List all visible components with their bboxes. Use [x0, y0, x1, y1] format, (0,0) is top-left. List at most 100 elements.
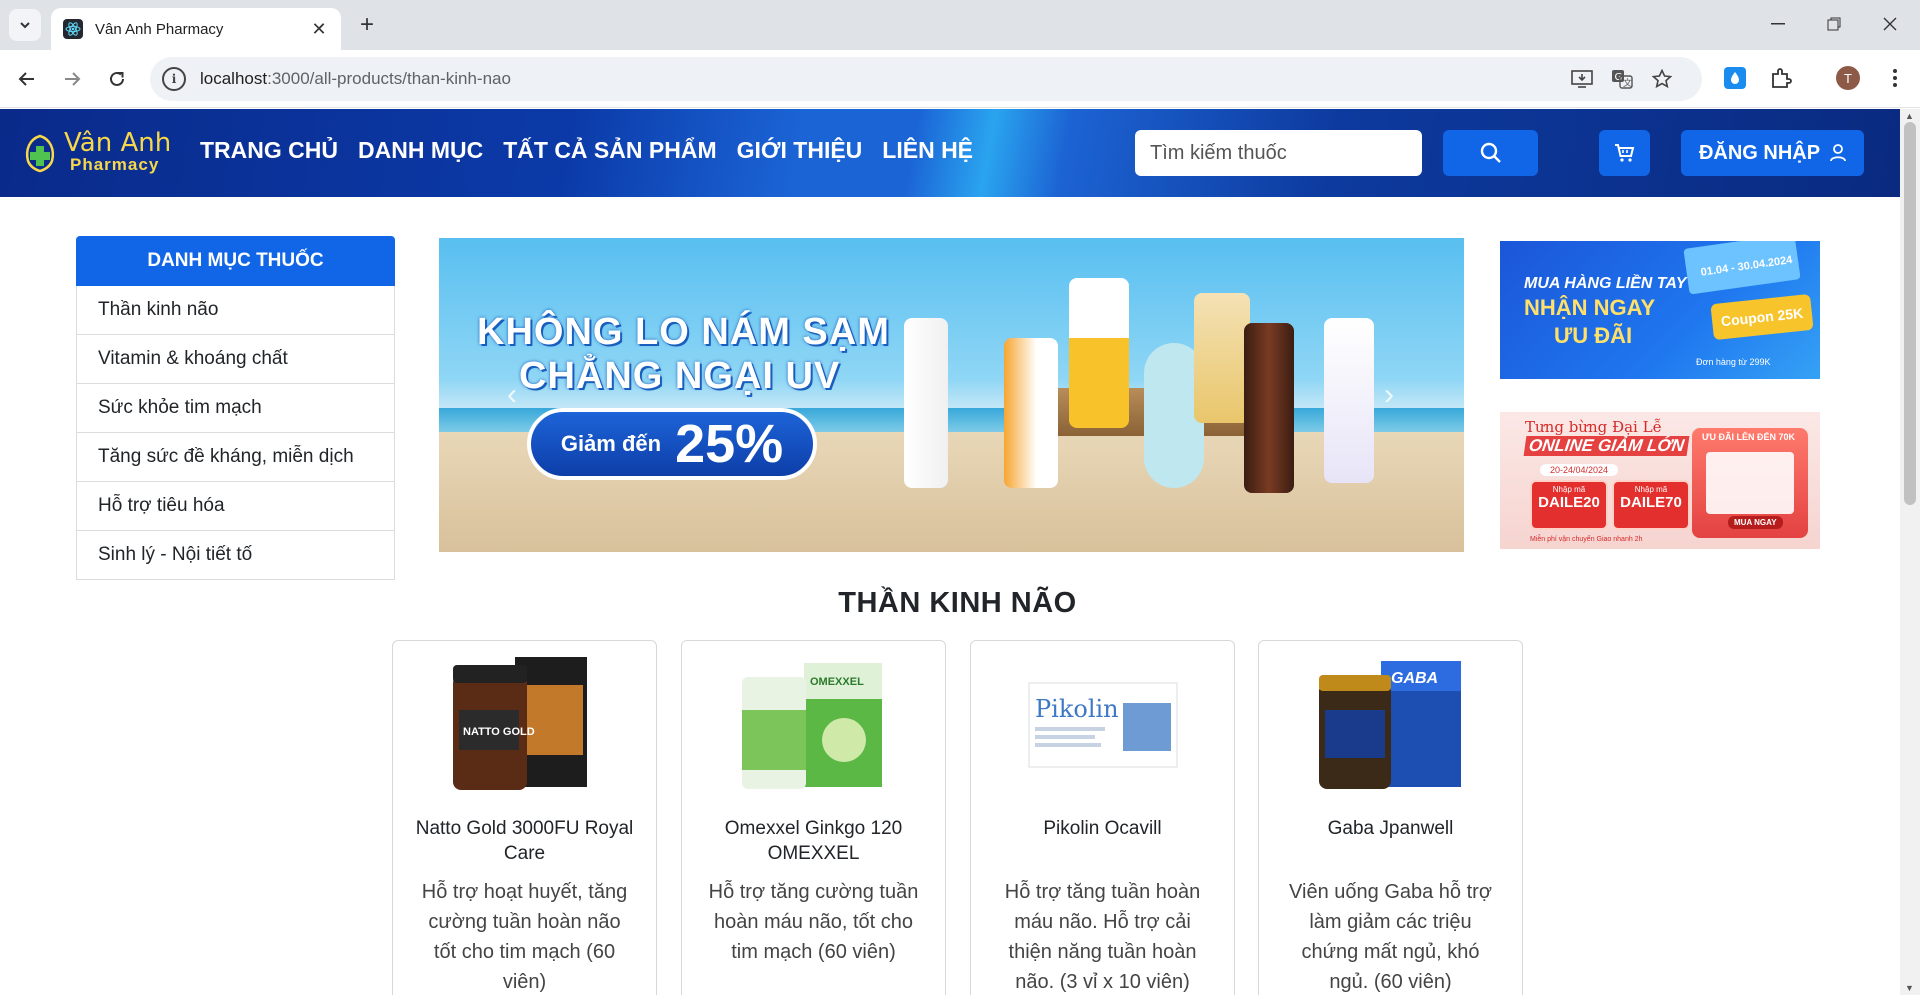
- logo-line2: Pharmacy: [70, 155, 160, 174]
- promo2-code-label: Nhập mã: [1634, 485, 1668, 494]
- banner-product-bottle: [1069, 278, 1129, 428]
- product-name[interactable]: Gaba Jpanwell: [1269, 816, 1512, 841]
- install-app-icon[interactable]: [1570, 67, 1594, 91]
- product-image-label: OMEXXEL: [810, 676, 864, 688]
- nav-contact[interactable]: LIÊN HỆ: [882, 137, 973, 164]
- product-description: Hỗ trợ tăng cường tuần hoàn máu não, tốt…: [708, 881, 919, 963]
- scroll-up-arrow-icon[interactable]: ▲: [1905, 111, 1914, 121]
- browser-tab-bar: Vân Anh Pharmacy ✕ +: [0, 0, 1920, 50]
- banner-product-bottle: [1004, 338, 1058, 488]
- svg-text:文: 文: [1623, 77, 1632, 89]
- back-arrow-icon[interactable]: [10, 62, 44, 96]
- scrollbar-thumb[interactable]: [1904, 122, 1916, 505]
- hero-banner[interactable]: KHÔNG LO NÁM SẠM CHẲNG NGẠI UV Giảm đến …: [439, 238, 1464, 552]
- product-image-label: GABA: [1391, 670, 1438, 687]
- promo-line1: MUA HÀNG LIỀN TAY: [1524, 275, 1687, 292]
- login-button[interactable]: ĐĂNG NHẬP: [1681, 130, 1864, 176]
- search-button[interactable]: [1443, 130, 1538, 176]
- promo-line2: NHẬN NGAY: [1524, 295, 1656, 320]
- banner-next-arrow-icon[interactable]: ›: [1384, 378, 1394, 412]
- banner-discount-small: Giảm đến: [560, 431, 662, 456]
- banner-headline-line2: CHẲNG NGẠI UV: [519, 355, 841, 397]
- promo2-gift-heading: ƯU ĐÃI LÊN ĐẾN 70K: [1702, 432, 1795, 442]
- product-card[interactable]: OMEXXEL Omexxel Ginkgo 120 OMEXXEL Hỗ tr…: [681, 640, 946, 995]
- tab-close-icon[interactable]: ✕: [309, 19, 329, 40]
- promo-line3: ƯU ĐÃI: [1554, 323, 1633, 348]
- promo2-code-label: Nhập mã: [1552, 485, 1586, 494]
- product-image-omexxel: OMEXXEL: [741, 663, 882, 789]
- category-item-hormone[interactable]: Sinh lý - Nội tiết tố: [76, 531, 395, 580]
- product-name[interactable]: Natto Gold 3000FU Royal Care: [403, 816, 646, 866]
- product-description: Viên uống Gaba hỗ trợ làm giảm các triệu…: [1289, 881, 1492, 993]
- forward-arrow-icon[interactable]: [55, 62, 89, 96]
- extensions-puzzle-icon[interactable]: [1768, 65, 1794, 91]
- banner-headline-line1: KHÔNG LO NÁM SẠM: [477, 311, 890, 353]
- promo-date-card: 01.04 - 30.04.2024: [1683, 241, 1801, 295]
- product-name[interactable]: Omexxel Ginkgo 120 OMEXXEL: [692, 816, 935, 866]
- promo-banner-holiday[interactable]: Tưng bừng Đại Lễ ONLINE GIẢM LỚN 20-24/0…: [1500, 412, 1820, 549]
- category-sidebar: DANH MỤC THUỐC Thần kinh não Vitamin & k…: [76, 236, 395, 580]
- promo2-code-card: Nhập mã DAILE20: [1530, 480, 1608, 530]
- promo2-code-card: Nhập mã DAILE70: [1612, 480, 1690, 530]
- nav-categories[interactable]: DANH MỤC: [358, 137, 483, 164]
- product-card[interactable]: Pikolin Pikolin Ocavill Hỗ trợ tăng tuần…: [970, 640, 1235, 995]
- banner-discount-big: 25%: [675, 414, 784, 474]
- new-tab-plus-icon[interactable]: +: [352, 10, 382, 40]
- promo-dates: 01.04 - 30.04.2024: [1699, 254, 1794, 279]
- site-info-icon[interactable]: i: [162, 67, 186, 91]
- promo2-bottom-note: Miễn phí vận chuyển Giao nhanh 2h: [1530, 536, 1643, 543]
- product-image-pikolin: Pikolin: [1028, 682, 1177, 768]
- category-item-brain[interactable]: Thần kinh não: [76, 286, 395, 335]
- product-description: Hỗ trợ hoạt huyết, tăng cường tuần hoàn …: [421, 881, 628, 993]
- window-close-icon[interactable]: [1862, 6, 1918, 42]
- promo-banner-coupon[interactable]: 01.04 - 30.04.2024 MUA HÀNG LIỀN TAY NHẬ…: [1500, 241, 1820, 379]
- site-logo[interactable]: Vân Anh Pharmacy: [22, 128, 172, 175]
- address-bar[interactable]: i localhost:3000/all-products/than-kinh-…: [150, 57, 1702, 101]
- tab-list-chevron-icon[interactable]: [9, 9, 41, 41]
- profile-avatar[interactable]: T: [1836, 66, 1860, 90]
- minimize-icon[interactable]: [1750, 6, 1806, 42]
- reload-icon[interactable]: [100, 62, 134, 96]
- nav-all-products[interactable]: TẤT CẢ SẢN PHẨM: [503, 137, 716, 164]
- category-item-vitamin[interactable]: Vitamin & khoáng chất: [76, 335, 395, 384]
- cart-icon: [1614, 144, 1634, 162]
- main-nav: TRANG CHỦ DANH MỤC TẤT CẢ SẢN PHẨM GIỚI …: [200, 137, 973, 164]
- promo2-line2: ONLINE GIẢM LỚN: [1523, 436, 1690, 456]
- page-scrollbar[interactable]: ▲ ▼: [1900, 109, 1920, 995]
- banner-product-bottle: [904, 318, 948, 488]
- cart-button[interactable]: [1599, 130, 1650, 176]
- promo2-code: DAILE20: [1538, 494, 1600, 511]
- translate-icon[interactable]: G文: [1610, 67, 1634, 91]
- promo2-buy-now: MUA NGAY: [1728, 516, 1783, 529]
- product-card[interactable]: NATTO GOLD Natto Gold 3000FU Royal Care …: [392, 640, 657, 995]
- nav-about[interactable]: GIỚI THIỆU: [737, 137, 863, 164]
- category-item-immunity[interactable]: Tăng sức đề kháng, miễn dịch: [76, 433, 395, 482]
- restore-icon[interactable]: [1806, 6, 1862, 42]
- site-header: Vân Anh Pharmacy TRANG CHỦ DANH MỤC TẤT …: [0, 109, 1900, 197]
- category-item-digestion[interactable]: Hỗ trợ tiêu hóa: [76, 482, 395, 531]
- product-image-label: Pikolin: [1035, 695, 1119, 723]
- nav-home[interactable]: TRANG CHỦ: [200, 137, 338, 164]
- browser-menu-kebab-icon[interactable]: [1882, 65, 1908, 91]
- product-name[interactable]: Pikolin Ocavill: [981, 816, 1224, 841]
- product-image-label: NATTO GOLD: [463, 726, 535, 738]
- product-card[interactable]: GABA Gaba Jpanwell Viên uống Gaba hỗ trợ…: [1258, 640, 1523, 995]
- category-item-heart[interactable]: Sức khỏe tim mạch: [76, 384, 395, 433]
- promo2-date: 20-24/04/2024: [1540, 464, 1619, 476]
- extension-drop-icon[interactable]: [1722, 65, 1748, 91]
- scroll-down-arrow-icon[interactable]: ▼: [1905, 983, 1914, 993]
- bookmark-star-icon[interactable]: [1650, 67, 1674, 91]
- search-icon: [1480, 142, 1501, 163]
- banner-prev-arrow-icon[interactable]: ‹: [507, 378, 517, 412]
- category-heading: DANH MỤC THUỐC: [76, 236, 395, 286]
- browser-tab-active[interactable]: Vân Anh Pharmacy ✕: [51, 8, 341, 50]
- url-text: localhost:3000/all-products/than-kinh-na…: [200, 69, 511, 89]
- promo2-code: DAILE70: [1620, 494, 1682, 511]
- logo-line1: Vân Anh: [64, 128, 172, 158]
- product-image-gaba: GABA: [1318, 661, 1461, 789]
- login-label: ĐĂNG NHẬP: [1698, 141, 1821, 164]
- tab-title: Vân Anh Pharmacy: [95, 20, 224, 38]
- banner-discount-pill: Giảm đến 25%: [527, 408, 817, 480]
- search-input[interactable]: [1135, 130, 1422, 176]
- pharmacy-cross-leaf-icon: [25, 134, 55, 173]
